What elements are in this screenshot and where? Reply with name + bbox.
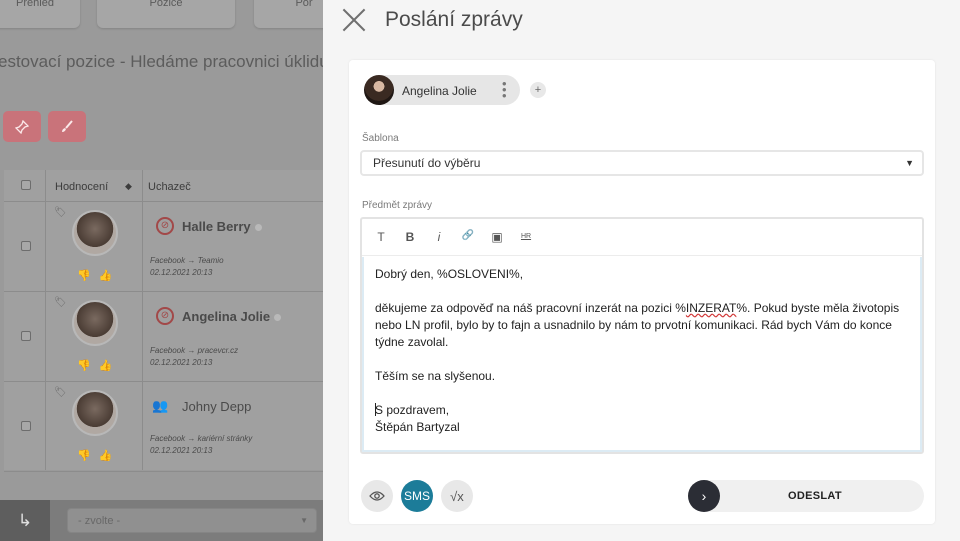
body-paragraph: děkujeme za odpověď na náš pracovní inze… xyxy=(375,301,900,349)
brush-button[interactable] xyxy=(48,111,86,142)
rating-thumbs[interactable]: 👎👍 xyxy=(77,359,120,372)
add-recipient-button[interactable]: + xyxy=(530,82,546,98)
brush-icon xyxy=(62,119,73,132)
tag-icon[interactable]: 🏷 xyxy=(54,387,67,398)
candidate-date: 02.12.2021 20:13 xyxy=(150,358,213,367)
no-contact-icon: ⊘ xyxy=(156,217,174,235)
preview-button[interactable] xyxy=(361,480,393,512)
panel-title: Poslání zprávy xyxy=(385,8,523,31)
link-icon[interactable]: 🔗 xyxy=(461,230,475,241)
no-contact-icon: ⊘ xyxy=(156,307,174,325)
candidate-source: Facebook → Teamio xyxy=(150,256,224,265)
table-row[interactable]: 🏷 👎👍 ⊘ Angelina Jolie Facebook → pracevc… xyxy=(4,292,323,382)
avatar xyxy=(72,300,118,346)
candidates-table: Hodnocení ◆ Uchazeč 🏷 👎👍 ⊘ Halle Berry F… xyxy=(4,170,323,472)
candidate-date: 02.12.2021 20:13 xyxy=(150,446,213,455)
avatar xyxy=(72,210,118,256)
tag-icon[interactable]: 🏷 xyxy=(54,207,67,218)
text-format-icon[interactable]: T xyxy=(374,230,388,244)
bulk-action-bar: ↳ - zvolte - ▼ xyxy=(0,500,323,541)
candidate-name[interactable]: Johny Depp xyxy=(182,399,251,414)
message-body[interactable]: Dobrý den, %OSLOVENI%, děkujeme za odpov… xyxy=(362,257,922,452)
rating-thumbs[interactable]: 👎👍 xyxy=(77,449,120,462)
tab-other[interactable]: Poř xyxy=(254,0,323,28)
chevron-down-icon: ▼ xyxy=(905,158,914,168)
template-select[interactable]: Přesunutí do výběru ▼ xyxy=(360,150,924,176)
eye-icon xyxy=(369,491,385,501)
tag-icon[interactable]: 🏷 xyxy=(54,297,67,308)
send-label: ODESLAT xyxy=(788,490,842,502)
image-icon[interactable]: ▣ xyxy=(490,230,504,244)
send-button[interactable]: › ODESLAT xyxy=(688,480,924,512)
message-editor[interactable]: T B i 🔗 ▣ HR Dobrý den, %OSLOVENI%, děku… xyxy=(360,217,924,454)
bulk-action-select[interactable]: - zvolte - ▼ xyxy=(67,508,317,533)
header-candidate[interactable]: Uchazeč xyxy=(148,181,191,193)
bulk-arrow-icon: ↳ xyxy=(0,500,50,541)
sort-icon[interactable]: ◆ xyxy=(125,181,132,192)
avatar xyxy=(364,75,394,105)
body-closing: Těším se na slyšenou. xyxy=(375,369,496,383)
close-icon[interactable] xyxy=(341,6,367,32)
more-vertical-icon[interactable]: • • • xyxy=(502,77,508,102)
candidate-name[interactable]: Angelina Jolie xyxy=(182,309,282,324)
candidate-date: 02.12.2021 20:13 xyxy=(150,268,213,277)
template-label: Šablona xyxy=(362,133,399,144)
table-row[interactable]: 🏷 👎👍 👥 Johny Depp Facebook → kariérní st… xyxy=(4,382,323,472)
group-icon: 👥 xyxy=(152,398,169,413)
position-title: estovací pozice - Hledáme pracovnici úkl… xyxy=(0,52,323,71)
row-checkbox[interactable] xyxy=(21,421,31,431)
candidate-name[interactable]: Halle Berry xyxy=(182,219,262,234)
italic-icon[interactable]: i xyxy=(432,230,446,244)
select-all-checkbox[interactable] xyxy=(21,180,31,190)
recipient-name: Angelina Jolie xyxy=(402,84,477,98)
rating-thumbs[interactable]: 👎👍 xyxy=(77,269,120,282)
candidate-source: Facebook → pracevcr.cz xyxy=(150,346,239,355)
editor-toolbar: T B i 🔗 ▣ HR xyxy=(362,219,922,256)
subject-label: Předmět zprávy xyxy=(362,200,433,211)
formula-button[interactable]: √x xyxy=(441,480,473,512)
bold-icon[interactable]: B xyxy=(403,230,417,244)
recipient-chip[interactable]: Angelina Jolie • • • xyxy=(364,75,520,105)
table-row[interactable]: 🏷 👎👍 ⊘ Halle Berry Facebook → Teamio 02.… xyxy=(4,202,323,292)
pin-icon xyxy=(15,119,29,134)
tab-overview[interactable]: Přehled xyxy=(0,0,80,28)
body-signature: S pozdravem, Štěpán Bartyzal xyxy=(375,403,460,434)
candidate-source: Facebook → kariérní stránky xyxy=(150,434,253,443)
chevron-right-icon[interactable]: › xyxy=(688,480,720,512)
background-app: Přehled Pozice Poř estovací pozice - Hle… xyxy=(0,0,323,541)
message-form: Angelina Jolie • • • + Šablona Přesunutí d… xyxy=(349,60,935,524)
avatar xyxy=(72,390,118,436)
send-message-panel: Poslání zprávy Angelina Jolie • • • + Šabl… xyxy=(323,0,960,541)
sms-button[interactable]: SMS xyxy=(401,480,433,512)
chevron-down-icon: ▼ xyxy=(300,516,308,525)
horizontal-rule-icon[interactable]: HR xyxy=(519,233,533,240)
body-greeting: Dobrý den, %OSLOVENI%, xyxy=(375,267,524,281)
table-header: Hodnocení ◆ Uchazeč xyxy=(4,170,323,202)
pin-button[interactable] xyxy=(3,111,41,142)
row-checkbox[interactable] xyxy=(21,331,31,341)
row-checkbox[interactable] xyxy=(21,241,31,251)
tab-positions[interactable]: Pozice xyxy=(97,0,235,28)
header-rating[interactable]: Hodnocení xyxy=(55,181,108,193)
